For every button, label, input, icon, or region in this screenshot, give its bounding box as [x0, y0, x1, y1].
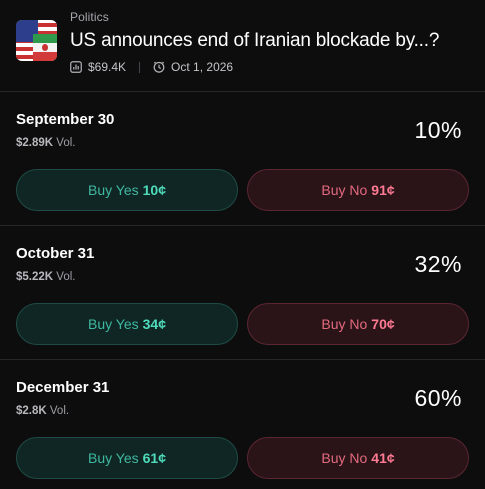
market-volume-amount: $2.89K: [16, 137, 54, 149]
buy-yes-price: 61¢: [142, 450, 166, 466]
market-volume-amount: $5.22K: [16, 271, 54, 283]
market-probability: 32%: [414, 251, 462, 277]
clock-icon: [153, 61, 165, 73]
buy-no-button[interactable]: Buy No 41¢: [247, 437, 469, 479]
market-volume-amount: $2.8K: [16, 405, 47, 417]
buy-no-label: Buy No: [321, 182, 368, 198]
buy-no-button[interactable]: Buy No 70¢: [247, 303, 469, 345]
buy-no-price: 41¢: [371, 450, 395, 466]
buy-yes-button[interactable]: Buy Yes 34¢: [16, 303, 238, 345]
buy-yes-label: Buy Yes: [88, 182, 139, 198]
market-date[interactable]: December 31: [16, 379, 109, 396]
bar-chart-icon: [70, 61, 82, 73]
meta-separator: [139, 61, 141, 73]
buy-yes-price: 10¢: [142, 182, 166, 198]
buy-no-price: 91¢: [371, 182, 395, 198]
buy-yes-label: Buy Yes: [88, 450, 139, 466]
buy-no-label: Buy No: [321, 450, 368, 466]
event-title[interactable]: US announces end of Iranian blockade by.…: [70, 30, 475, 52]
buy-no-button[interactable]: Buy No 91¢: [247, 169, 469, 211]
market-volume: $2.8K Vol.: [16, 405, 69, 417]
market-probability: 10%: [414, 117, 462, 143]
market-row-october-31: October 31 $5.22K Vol. 32% Buy Yes 34¢ B…: [0, 226, 485, 360]
buy-yes-price: 34¢: [142, 316, 166, 332]
event-meta: $69.4K Oct 1, 2026: [70, 60, 233, 74]
us-iran-flag-icon: [16, 20, 57, 61]
market-volume-suffix: Vol.: [56, 271, 76, 283]
market-volume-suffix: Vol.: [49, 405, 70, 417]
event-volume: $69.4K: [88, 60, 127, 74]
market-row-december-31: December 31 $2.8K Vol. 60% Buy Yes 61¢ B…: [0, 360, 485, 489]
market-volume: $5.22K Vol.: [16, 271, 75, 283]
event-end-date: Oct 1, 2026: [171, 60, 234, 74]
market-volume-suffix: Vol.: [56, 137, 76, 149]
buy-no-label: Buy No: [321, 316, 368, 332]
buy-yes-button[interactable]: Buy Yes 10¢: [16, 169, 238, 211]
market-date[interactable]: October 31: [16, 245, 94, 262]
market-card: Politics US announces end of Iranian blo…: [0, 0, 485, 489]
market-date[interactable]: September 30: [16, 111, 114, 128]
market-row-september-30: September 30 $2.89K Vol. 10% Buy Yes 10¢…: [0, 92, 485, 226]
buy-no-price: 70¢: [371, 316, 395, 332]
buy-yes-button[interactable]: Buy Yes 61¢: [16, 437, 238, 479]
market-volume: $2.89K Vol.: [16, 137, 75, 149]
event-category[interactable]: Politics: [70, 10, 109, 24]
event-header: Politics US announces end of Iranian blo…: [0, 0, 485, 92]
market-probability: 60%: [414, 385, 462, 411]
buy-yes-label: Buy Yes: [88, 316, 139, 332]
